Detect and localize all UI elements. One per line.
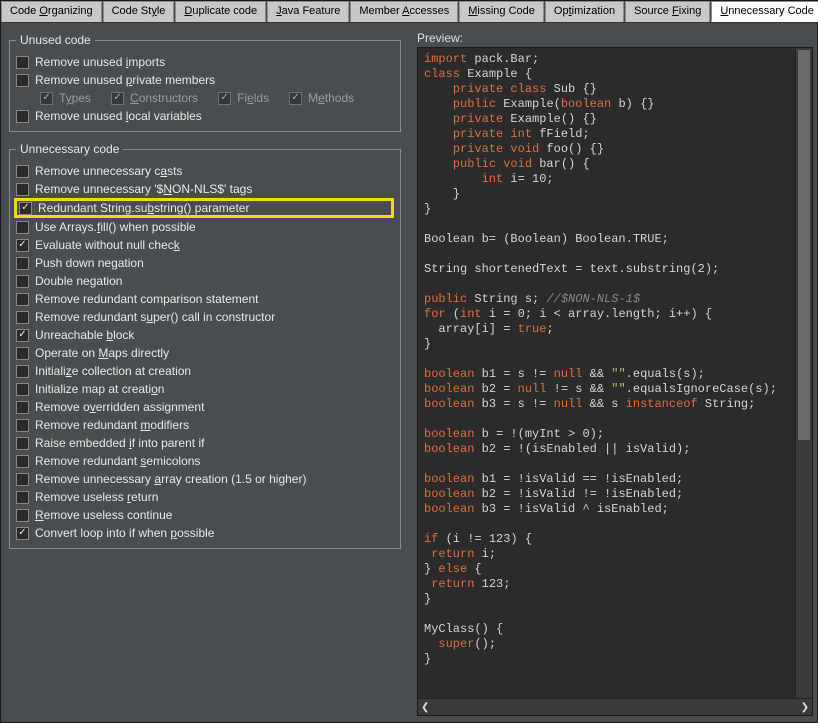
- tab-code-style[interactable]: Code Style: [103, 1, 175, 22]
- preview-code: import pack.Bar; class Example { private…: [418, 48, 812, 698]
- checkbox-label: Remove redundant semicolons: [35, 454, 200, 468]
- group-legend: Unnecessary code: [16, 142, 123, 156]
- tab-java-feature[interactable]: Java Feature: [267, 1, 349, 22]
- checkbox-label: Remove unnecessary '$NON-NLS$' tags: [35, 182, 252, 196]
- checkbox[interactable]: [16, 165, 29, 178]
- checkbox-label: Initialize map at creation: [35, 382, 164, 396]
- options-panel: Unused code Remove unused imports Remove …: [1, 23, 409, 722]
- checkbox-label: Remove overridden assignment: [35, 400, 204, 414]
- checkbox-label: Remove unused local variables: [35, 109, 202, 123]
- preview-box: import pack.Bar; class Example { private…: [417, 47, 813, 716]
- checkbox[interactable]: [19, 202, 32, 215]
- checkbox[interactable]: [16, 527, 29, 540]
- checkbox[interactable]: [16, 491, 29, 504]
- tab-code-organizing[interactable]: Code Organizing: [1, 1, 102, 22]
- preview-panel: Preview: import pack.Bar; class Example …: [409, 23, 817, 722]
- group-unused-code: Unused code Remove unused imports Remove …: [9, 33, 401, 132]
- checkbox-label: Constructors: [130, 91, 198, 105]
- checkbox[interactable]: [16, 329, 29, 342]
- checkbox[interactable]: [16, 311, 29, 324]
- checkbox-label: Remove redundant modifiers: [35, 418, 189, 432]
- preview-vertical-scrollbar[interactable]: [795, 48, 812, 698]
- tab-optimization[interactable]: Optimization: [545, 1, 624, 22]
- tab-missing-code[interactable]: Missing Code: [459, 1, 544, 22]
- checkbox-label: Double negation: [35, 274, 122, 288]
- group-unnecessary-code: Unnecessary code Remove unnecessary cast…: [9, 142, 401, 549]
- checkbox-label: Remove unnecessary array creation (1.5 o…: [35, 472, 306, 486]
- checkbox-label: Remove unused private members: [35, 73, 215, 87]
- checkbox[interactable]: [16, 275, 29, 288]
- checkbox-label: Methods: [308, 91, 354, 105]
- checkbox[interactable]: [16, 473, 29, 486]
- checkbox[interactable]: [16, 183, 29, 196]
- checkbox-label: Fields: [237, 91, 269, 105]
- checkbox-label: Remove redundant comparison statement: [35, 292, 258, 306]
- checkbox: [218, 92, 231, 105]
- checkbox[interactable]: [16, 239, 29, 252]
- checkbox-label: Initialize collection at creation: [35, 364, 191, 378]
- checkbox[interactable]: [16, 74, 29, 87]
- checkbox-label: Evaluate without null check: [35, 238, 180, 252]
- tab-unnecessary-code[interactable]: Unnecessary Code: [711, 1, 818, 22]
- main-split: Unused code Remove unused imports Remove …: [1, 23, 817, 722]
- checkbox-label: Unreachable block: [35, 328, 134, 342]
- scroll-right-icon[interactable]: ❯: [801, 702, 809, 713]
- checkbox[interactable]: [16, 509, 29, 522]
- checkbox[interactable]: [16, 419, 29, 432]
- checkbox-label: Use Arrays.fill() when possible: [35, 220, 196, 234]
- checkbox: [111, 92, 124, 105]
- checkbox[interactable]: [16, 293, 29, 306]
- checkbox[interactable]: [16, 110, 29, 123]
- tab-member-accesses[interactable]: Member Accesses: [350, 1, 458, 22]
- checkbox[interactable]: [16, 365, 29, 378]
- tab-bar: Code OrganizingCode StyleDuplicate codeJ…: [1, 1, 817, 23]
- checkbox-label: Remove unnecessary casts: [35, 164, 182, 178]
- checkbox-label: Convert loop into if when possible: [35, 526, 214, 540]
- tab-source-fixing[interactable]: Source Fixing: [625, 1, 710, 22]
- checkbox[interactable]: [16, 383, 29, 396]
- checkbox-label: Remove unused imports: [35, 55, 165, 69]
- checkbox[interactable]: [16, 401, 29, 414]
- checkbox[interactable]: [16, 347, 29, 360]
- tab-duplicate-code[interactable]: Duplicate code: [175, 1, 266, 22]
- checkbox[interactable]: [16, 257, 29, 270]
- checkbox[interactable]: [16, 221, 29, 234]
- checkbox: [40, 92, 53, 105]
- checkbox[interactable]: [16, 56, 29, 69]
- scroll-left-icon[interactable]: ❮: [421, 702, 429, 713]
- checkbox-label: Redundant String.substring() parameter: [38, 201, 249, 215]
- checkbox-label: Types: [59, 91, 91, 105]
- checkbox: [289, 92, 302, 105]
- checkbox-label: Remove useless return: [35, 490, 158, 504]
- preview-label: Preview:: [417, 31, 813, 45]
- preview-horizontal-scrollbar[interactable]: ❮ ❯: [418, 698, 812, 715]
- checkbox[interactable]: [16, 437, 29, 450]
- checkbox-label: Remove useless continue: [35, 508, 172, 522]
- checkbox-label: Raise embedded if into parent if: [35, 436, 204, 450]
- checkbox-label: Push down negation: [35, 256, 144, 270]
- group-legend: Unused code: [16, 33, 95, 47]
- checkbox-label: Remove redundant super() call in constru…: [35, 310, 275, 324]
- checkbox[interactable]: [16, 455, 29, 468]
- checkbox-label: Operate on Maps directly: [35, 346, 169, 360]
